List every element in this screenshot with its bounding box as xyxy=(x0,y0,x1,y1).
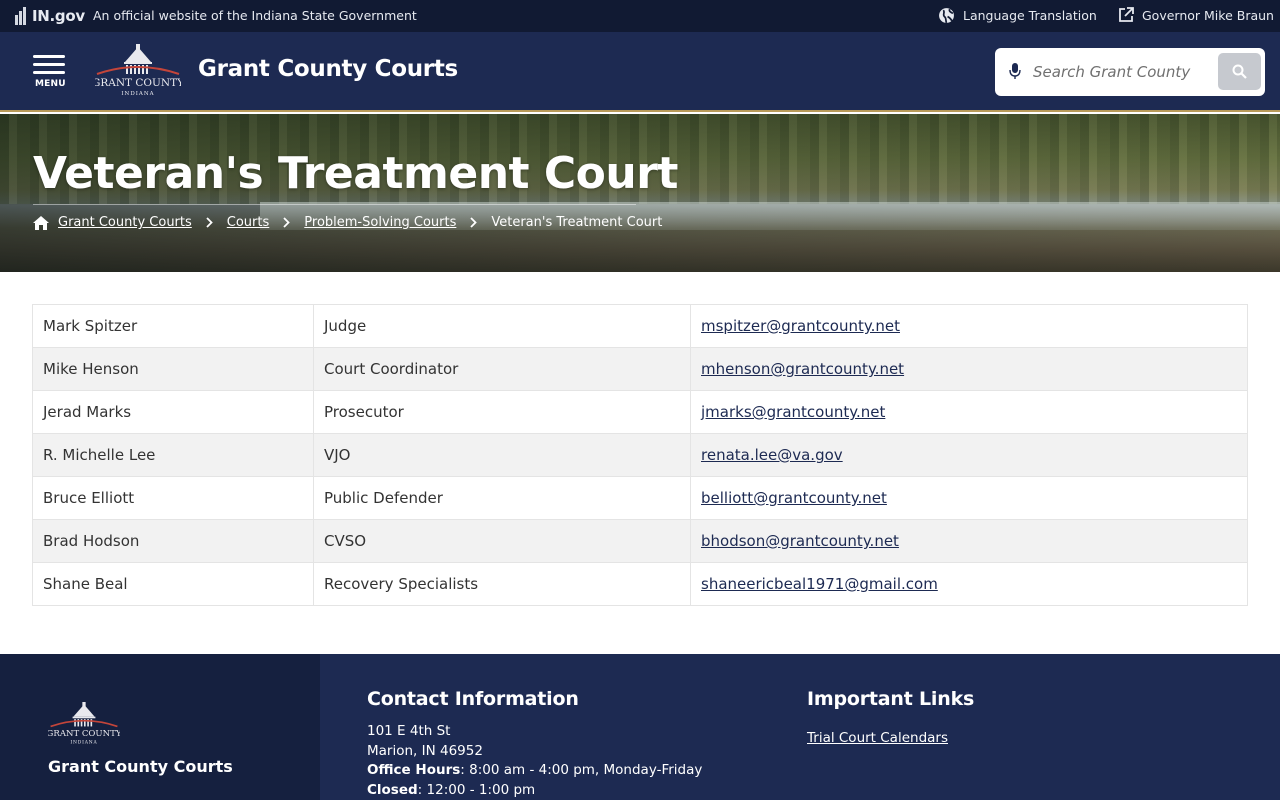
footer-brand: GRANT COUNTY INDIANA Grant County Courts xyxy=(0,654,320,800)
contact-name: Mark Spitzer xyxy=(32,304,314,348)
table-row: Mike Henson Court Coordinator mhenson@gran… xyxy=(32,347,1248,391)
language-translation-label: Language Translation xyxy=(963,8,1097,23)
contact-email-cell: jmarks@grantcounty.net xyxy=(690,390,1248,434)
contact-email-link[interactable]: renata.lee@va.gov xyxy=(701,446,843,464)
language-translation-link[interactable]: Language Translation xyxy=(938,7,1097,24)
contact-name: Mike Henson xyxy=(32,347,314,391)
governor-label: Governor Mike Braun xyxy=(1142,7,1274,23)
team-contacts-table: Mark Spitzer Judge mspitzer@grantcounty.ne… xyxy=(32,304,1248,606)
page-title: Veteran's Treatment Court xyxy=(33,148,678,199)
contact-email-cell: bhodson@grantcounty.net xyxy=(690,519,1248,563)
contact-role: Public Defender xyxy=(313,476,691,520)
search-input[interactable] xyxy=(1033,58,1203,86)
table-row: R. Michelle Lee VJO renata.lee@va.gov xyxy=(32,433,1248,477)
closed-value: : 12:00 - 1:00 pm xyxy=(417,782,536,799)
chevron-right-icon xyxy=(470,217,478,228)
chevron-right-icon xyxy=(283,217,291,228)
chevron-right-icon xyxy=(206,217,213,228)
contact-role: CVSO xyxy=(313,519,691,563)
state-banner: IN.gov An official website of the Indian… xyxy=(0,0,1280,32)
table-row: Shane Beal Recovery Specialists shaneericb… xyxy=(32,562,1248,606)
governor-link[interactable]: Governor Mike Braun xyxy=(1118,7,1274,23)
official-website-text: An official website of the Indiana State… xyxy=(93,8,417,23)
search-button[interactable] xyxy=(1218,53,1261,90)
contact-name: Shane Beal xyxy=(32,562,314,606)
breadcrumb-courts[interactable]: Courts xyxy=(227,215,270,230)
contact-email-link[interactable]: shaneericbeal1971@gmail.com xyxy=(701,575,938,593)
office-hours-value: : 8:00 am - 4:00 pm, Monday-Friday xyxy=(460,762,703,779)
in-gov-logo-icon xyxy=(15,7,29,25)
important-links-heading: Important Links xyxy=(807,688,975,710)
footer-site-name: Grant County Courts xyxy=(48,757,233,776)
contact-email-link[interactable]: jmarks@grantcounty.net xyxy=(701,403,885,421)
breadcrumb-grant-county-courts[interactable]: Grant County Courts xyxy=(58,215,192,230)
contact-name: Bruce Elliott xyxy=(32,476,314,520)
contact-role: VJO xyxy=(313,433,691,477)
contact-email-link[interactable]: bhodson@grantcounty.net xyxy=(701,532,899,550)
table-row: Brad Hodson CVSO bhodson@grantcounty.net xyxy=(32,519,1248,563)
search-icon xyxy=(1232,64,1247,79)
table-row: Bruce Elliott Public Defender belliott@gra… xyxy=(32,476,1248,520)
home-icon[interactable] xyxy=(33,215,49,230)
address-line-2: Marion, IN 46952 xyxy=(367,742,483,759)
search-box xyxy=(995,48,1265,96)
contact-email-link[interactable]: belliott@grantcounty.net xyxy=(701,489,887,507)
in-gov-logo-text: IN.gov xyxy=(32,7,85,25)
office-hours: Office Hours: 8:00 am - 4:00 pm, Monday-… xyxy=(367,761,702,781)
menu-icon xyxy=(33,55,65,58)
contact-heading: Contact Information xyxy=(367,688,579,710)
office-hours-label: Office Hours xyxy=(367,762,461,779)
site-footer: GRANT COUNTY INDIANA Grant County Courts… xyxy=(0,654,1280,800)
closed-label: Closed xyxy=(367,782,418,799)
contact-name: R. Michelle Lee xyxy=(32,433,314,477)
microphone-icon[interactable] xyxy=(1009,62,1021,80)
contact-information: 101 E 4th St Marion, IN 46952 Office Hou… xyxy=(367,722,702,800)
closed-hours: Closed: 12:00 - 1:00 pm xyxy=(367,781,702,800)
table-row: Jerad Marks Prosecutor jmarks@grantcounty.… xyxy=(32,390,1248,434)
breadcrumb-current: Veteran's Treatment Court xyxy=(491,215,663,230)
in-gov-logo[interactable]: IN.gov xyxy=(15,6,85,26)
grant-county-logo[interactable]: GRANT COUNTY INDIANA xyxy=(95,44,181,98)
external-link-icon xyxy=(1119,7,1134,22)
footer-logo[interactable]: GRANT COUNTY INDIANA xyxy=(48,702,120,746)
contact-role: Recovery Specialists xyxy=(313,562,691,606)
contact-email-link[interactable]: mhenson@grantcounty.net xyxy=(701,360,904,378)
contact-email-link[interactable]: mspitzer@grantcounty.net xyxy=(701,317,900,335)
contact-email-cell: shaneericbeal1971@gmail.com xyxy=(690,562,1248,606)
contact-email-cell: renata.lee@va.gov xyxy=(690,433,1248,477)
breadcrumb-divider xyxy=(33,204,636,205)
globe-icon xyxy=(939,8,954,24)
contact-email-cell: mspitzer@grantcounty.net xyxy=(690,304,1248,348)
contact-role: Prosecutor xyxy=(313,390,691,434)
svg-text:GRANT COUNTY: GRANT COUNTY xyxy=(95,77,181,89)
menu-label: MENU xyxy=(35,79,66,89)
breadcrumb: Grant County Courts Courts Problem-Solvi… xyxy=(33,204,663,230)
breadcrumb-problem-solving-courts[interactable]: Problem-Solving Courts xyxy=(304,215,456,230)
contact-email-cell: belliott@grantcounty.net xyxy=(690,476,1248,520)
site-header: MENU GRANT COUNTY INDIANA Grant County C… xyxy=(0,32,1280,112)
svg-text:INDIANA: INDIANA xyxy=(70,740,97,746)
page-hero: Veteran's Treatment Court Grant County C… xyxy=(0,114,1280,272)
contact-email-cell: mhenson@grantcounty.net xyxy=(690,347,1248,391)
trial-court-calendars-link[interactable]: Trial Court Calendars xyxy=(807,730,948,746)
menu-button[interactable]: MENU xyxy=(33,52,67,92)
contact-role: Court Coordinator xyxy=(313,347,691,391)
contact-name: Jerad Marks xyxy=(32,390,314,434)
contact-name: Brad Hodson xyxy=(32,519,314,563)
table-row: Mark Spitzer Judge mspitzer@grantcounty.ne… xyxy=(32,304,1248,348)
address-line-1: 101 E 4th St xyxy=(367,723,451,739)
svg-text:GRANT COUNTY: GRANT COUNTY xyxy=(48,729,120,739)
site-title[interactable]: Grant County Courts xyxy=(198,56,458,82)
contact-role: Judge xyxy=(313,304,691,348)
svg-text:INDIANA: INDIANA xyxy=(121,91,154,97)
